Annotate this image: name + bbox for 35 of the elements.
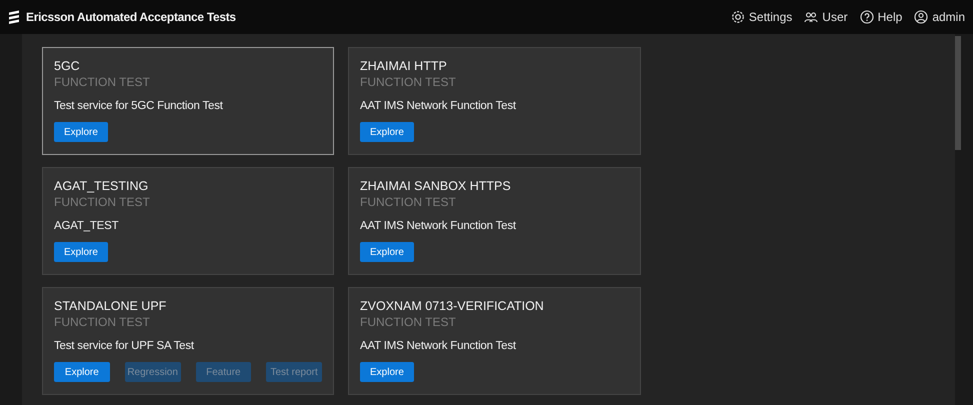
card-title: 5GC	[54, 58, 81, 74]
card-title: STANDALONE UPF	[54, 298, 168, 314]
card-description: AAT IMS Network Function Test	[360, 339, 517, 353]
app-title: Ericsson Automated Acceptance Tests	[26, 9, 236, 26]
scrollbar-thumb[interactable]	[955, 36, 961, 150]
settings-link[interactable]: Settings	[730, 8, 792, 26]
explore-button[interactable]: Explore	[54, 362, 110, 382]
card-subtitle: FUNCTION TEST	[54, 194, 151, 210]
explore-button[interactable]: Explore	[360, 242, 414, 262]
card-subtitle: FUNCTION TEST	[360, 194, 457, 210]
logo-icon	[8, 10, 20, 24]
explore-button[interactable]: Explore	[54, 242, 108, 262]
users-icon	[804, 10, 818, 24]
explore-button[interactable]: Explore	[360, 122, 414, 142]
card-title: ZHAIMAI SANBOX HTTPS	[360, 178, 512, 194]
gear-icon	[730, 10, 745, 24]
card-title: ZVOXNAM 0713-VERIFICATION	[360, 298, 545, 314]
help-icon	[860, 10, 874, 24]
user-link[interactable]: User	[804, 8, 848, 26]
account-menu[interactable]: admin	[914, 8, 965, 26]
card-description: Test service for 5GC Function Test	[54, 99, 224, 113]
card-subtitle: FUNCTION TEST	[54, 314, 151, 330]
card-subtitle: FUNCTION TEST	[360, 74, 457, 90]
card-description: AAT IMS Network Function Test	[360, 99, 517, 113]
card-title: AGAT_TESTING	[54, 178, 150, 194]
explore-button[interactable]: Explore	[360, 362, 414, 382]
user-icon	[914, 10, 928, 24]
card-subtitle: FUNCTION TEST	[54, 74, 151, 90]
card-description: AAT IMS Network Function Test	[360, 219, 517, 233]
help-link[interactable]: Help	[860, 8, 902, 26]
card-subtitle: FUNCTION TEST	[360, 314, 457, 330]
explore-button[interactable]: Explore	[54, 122, 108, 142]
card-description: AGAT_TEST	[54, 219, 120, 233]
card-description: Test service for UPF SA Test	[54, 339, 195, 353]
card-title: ZHAIMAI HTTP	[360, 58, 448, 74]
